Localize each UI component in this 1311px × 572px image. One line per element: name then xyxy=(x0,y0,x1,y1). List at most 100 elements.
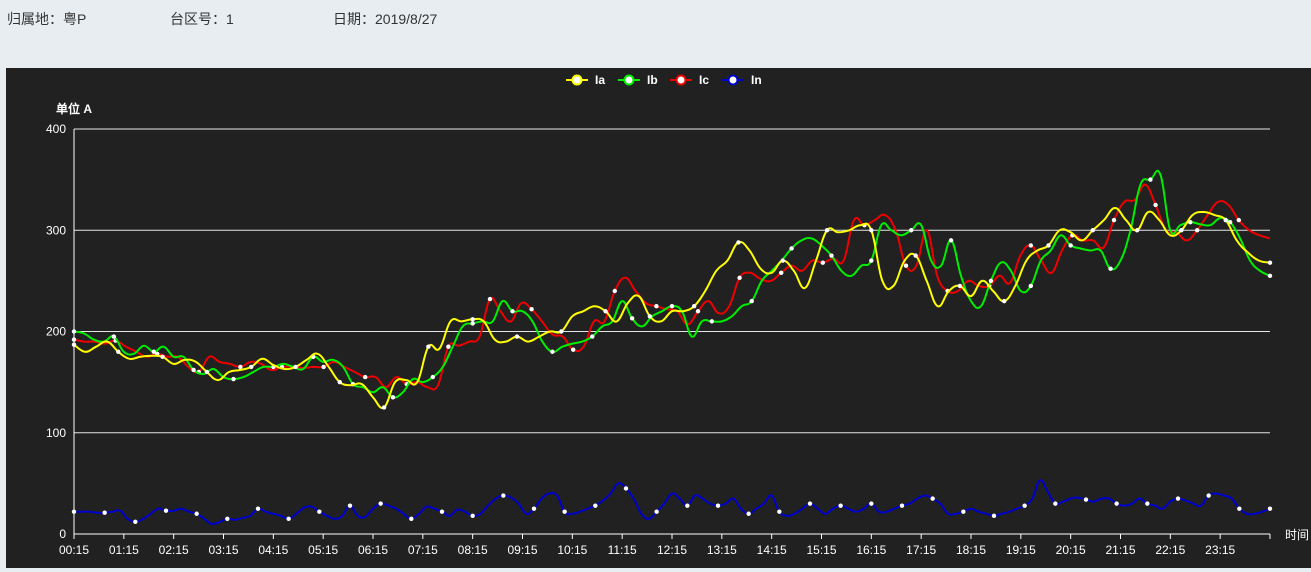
grid-layer xyxy=(74,128,1270,434)
point-In xyxy=(623,486,629,491)
point-Ia xyxy=(1223,217,1228,223)
point-Ic xyxy=(1153,202,1158,208)
point-Ia xyxy=(1046,243,1051,248)
legend-item-Ic[interactable]: Ic xyxy=(670,73,709,87)
point-Ib xyxy=(909,228,914,233)
x-tick-label: 11:15 xyxy=(608,543,637,557)
point-Ic xyxy=(779,270,784,275)
legend-item-Ib[interactable]: Ib xyxy=(618,73,658,87)
point-Ia xyxy=(160,354,165,360)
point-In xyxy=(1206,493,1211,498)
y-tick-label: 300 xyxy=(46,223,66,237)
point-In xyxy=(685,503,690,508)
legend-swatch-marker xyxy=(571,74,583,86)
point-Ib xyxy=(71,329,77,334)
point-Ic xyxy=(903,263,909,268)
point-Ib xyxy=(430,374,435,380)
point-In xyxy=(1267,506,1273,511)
point-In xyxy=(991,513,997,518)
x-tick-label: 03:15 xyxy=(208,543,238,557)
station-value: 1 xyxy=(226,11,234,27)
point-Ib xyxy=(669,303,675,309)
x-tick-label: 12:15 xyxy=(657,543,687,557)
point-Ib xyxy=(191,367,196,373)
date-info: 日期：2019/8/27 xyxy=(333,9,437,29)
point-Ic xyxy=(71,337,77,342)
point-Ib xyxy=(869,258,874,263)
point-Ic xyxy=(238,364,243,370)
point-In xyxy=(439,509,445,514)
point-In xyxy=(1022,503,1027,508)
point-Ib xyxy=(1148,177,1153,182)
point-Ib xyxy=(709,319,715,324)
y-tick-label: 100 xyxy=(46,426,66,440)
point-Ic xyxy=(321,364,326,370)
header-info-bar: 归属地：粤P 台区号：1 日期：2019/8/27 xyxy=(0,0,1311,40)
region-label: 归属地： xyxy=(7,11,63,27)
point-Ia xyxy=(426,344,431,349)
point-Ic xyxy=(695,309,701,314)
point-Ib xyxy=(151,349,156,354)
point-In xyxy=(255,506,261,511)
x-tick-label: 08:15 xyxy=(458,543,488,557)
point-Ia xyxy=(647,314,653,319)
point-In xyxy=(807,501,813,506)
point-In xyxy=(317,509,322,514)
x-tick-label: 05:15 xyxy=(308,543,338,557)
point-In xyxy=(930,496,935,501)
point-Ic xyxy=(1111,217,1117,223)
legend-item-Ia[interactable]: Ia xyxy=(566,73,605,87)
x-tick-label: 22:15 xyxy=(1155,543,1185,557)
x-tick-label: 13:15 xyxy=(707,543,737,557)
y-tick-label: 0 xyxy=(59,527,66,541)
point-Ia xyxy=(116,349,121,354)
point-Ib xyxy=(789,246,794,251)
x-tick-label: 14:15 xyxy=(757,543,787,557)
point-Ic xyxy=(446,344,451,349)
point-In xyxy=(593,503,598,508)
legend-swatch-marker xyxy=(675,74,687,86)
point-In xyxy=(654,509,659,514)
point-Ia xyxy=(869,228,874,233)
point-Ib xyxy=(1028,283,1033,289)
point-In xyxy=(562,509,567,514)
legend-item-In[interactable]: In xyxy=(722,73,762,87)
point-Ib xyxy=(988,278,994,284)
legend-label-Ib: Ib xyxy=(647,73,658,87)
point-In xyxy=(899,503,905,508)
point-Ia xyxy=(470,317,475,322)
point-In xyxy=(1053,501,1058,506)
date-value: 2019/8/27 xyxy=(375,11,438,27)
point-Ia xyxy=(1090,228,1096,233)
legend-swatch-marker xyxy=(727,74,739,86)
x-tick-label: 15:15 xyxy=(806,543,836,557)
series-line-Ic xyxy=(73,183,1271,391)
point-Ia xyxy=(559,329,564,334)
point-In xyxy=(838,503,843,508)
point-Ib xyxy=(590,334,595,339)
point-In xyxy=(1145,501,1150,506)
point-Ia xyxy=(780,258,785,263)
point-Ic xyxy=(1236,217,1242,223)
point-Ia xyxy=(957,283,963,289)
point-In xyxy=(71,509,77,514)
point-In xyxy=(378,501,383,506)
point-Ic xyxy=(571,347,576,352)
point-Ia xyxy=(1179,228,1184,233)
point-Ib xyxy=(1267,273,1273,279)
point-Ia xyxy=(293,364,298,370)
y-tick-label: 200 xyxy=(46,325,66,339)
point-Ib xyxy=(510,309,515,314)
legend[interactable]: Ia Ib Ic In xyxy=(566,73,762,87)
x-tick-label: 00:15 xyxy=(59,543,89,557)
x-tick-label: 23:15 xyxy=(1205,543,1235,557)
x-tick-label: 18:15 xyxy=(956,543,986,557)
point-In xyxy=(961,509,966,514)
point-Ia xyxy=(913,253,918,258)
point-In xyxy=(777,509,782,514)
series-line-Ib xyxy=(73,169,1271,399)
point-Ia xyxy=(1267,260,1273,265)
point-In xyxy=(746,511,751,516)
x-tick-label: 20:15 xyxy=(1056,543,1086,557)
x-axis-label: 时间 xyxy=(1285,528,1309,542)
